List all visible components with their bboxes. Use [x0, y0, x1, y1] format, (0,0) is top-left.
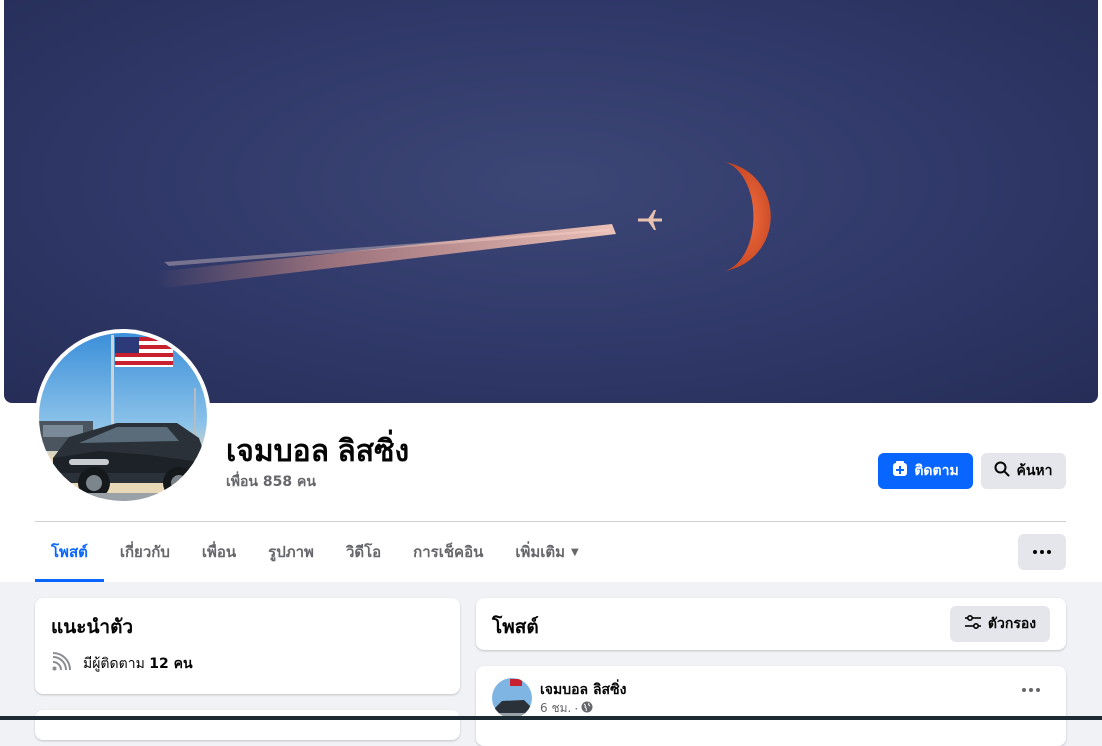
tab-about[interactable]: เกี่ยวกับ: [104, 522, 186, 582]
tab-label: เพื่อน: [201, 543, 237, 561]
friends-count[interactable]: เพื่อน 858 คน: [226, 471, 316, 493]
filter-label: ตัวกรอง: [987, 616, 1037, 632]
tab-label: โพสต์: [51, 543, 88, 561]
tab-posts[interactable]: โพสต์: [35, 522, 104, 582]
tab-label: วิดีโอ: [345, 543, 382, 561]
tab-videos[interactable]: วิดีโอ: [330, 522, 397, 582]
more-dots-icon: [1022, 688, 1040, 692]
tab-label: เพิ่มเติม: [515, 543, 566, 561]
profile-name: เจมบอล ลิสซิ่ง: [226, 435, 410, 468]
posts-header-card: โพสต์ ตัวกรอง: [476, 598, 1066, 650]
more-dots-icon: [1033, 550, 1051, 554]
search-button[interactable]: ค้นหา: [981, 453, 1066, 489]
profile-tabs: โพสต์ เกี่ยวกับ เพื่อน รูปภาพ วิดีโอ การ…: [35, 522, 595, 582]
photos-card: [35, 710, 460, 740]
follow-button[interactable]: ติดตาม: [878, 453, 973, 489]
followers-row: มีผู้ติดตาม 12 คน: [51, 652, 193, 676]
post-author-avatar[interactable]: [492, 678, 532, 718]
tab-more[interactable]: เพิ่มเติม ▼: [499, 522, 594, 582]
taskbar-edge: [0, 716, 1102, 720]
post-options-button[interactable]: [1022, 688, 1040, 692]
tab-label: การเช็คอิน: [413, 543, 484, 561]
globe-icon: [581, 701, 593, 716]
follow-label: ติดตาม: [914, 463, 959, 479]
search-label: ค้นหา: [1016, 463, 1053, 479]
caret-down-icon: ▼: [571, 546, 579, 558]
profile-more-button[interactable]: [1018, 534, 1066, 570]
post-author-name[interactable]: เจมบอล ลิสซิ่ง: [540, 679, 626, 701]
profile-avatar[interactable]: [39, 333, 207, 501]
intro-card: แนะนำตัว มีผู้ติดตาม 12 คน: [35, 598, 460, 694]
tab-label: รูปภาพ: [268, 543, 314, 561]
tab-friends[interactable]: เพื่อน: [186, 522, 252, 582]
search-icon: [994, 461, 1010, 481]
followers-count[interactable]: 12 คน: [149, 656, 192, 672]
followers-prefix: มีผู้ติดตาม: [83, 656, 145, 672]
filter-button[interactable]: ตัวกรอง: [950, 606, 1050, 642]
filter-sliders-icon: [964, 614, 982, 634]
post-card: เจมบอล ลิสซิ่ง 6 ชม. ·: [476, 666, 1066, 746]
intro-title: แนะนำตัว: [51, 616, 134, 638]
posts-title: โพสต์: [492, 616, 539, 638]
meta-separator: ·: [574, 701, 579, 716]
followers-text: มีผู้ติดตาม 12 คน: [83, 653, 193, 675]
tab-checkins[interactable]: การเช็คอิน: [397, 522, 499, 582]
rss-icon: [51, 652, 71, 676]
follow-plus-icon: [892, 461, 908, 481]
tab-label: เกี่ยวกับ: [119, 543, 170, 561]
tab-photos[interactable]: รูปภาพ: [252, 522, 330, 582]
